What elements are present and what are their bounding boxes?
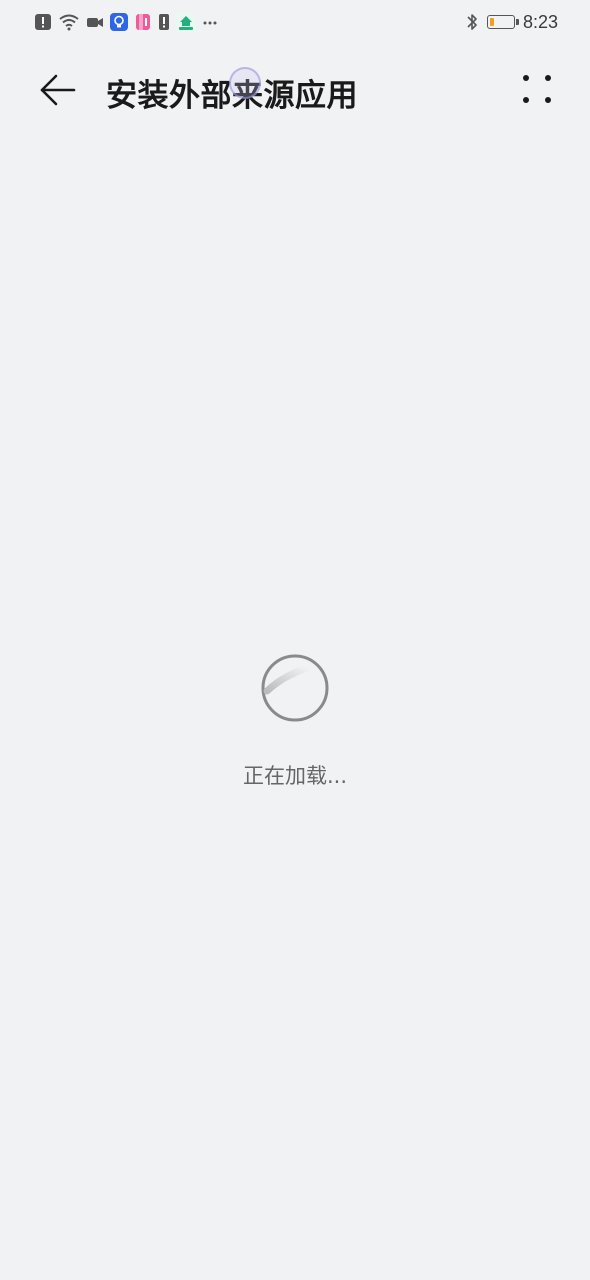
video-icon bbox=[86, 13, 104, 31]
home-app-icon bbox=[176, 13, 196, 31]
battery-icon bbox=[486, 15, 519, 29]
bulb-app-icon bbox=[110, 13, 128, 31]
alert-icon bbox=[34, 13, 52, 31]
touch-indicator bbox=[229, 67, 261, 99]
back-button[interactable] bbox=[30, 66, 86, 114]
bluetooth-icon bbox=[465, 12, 479, 32]
notification-icons bbox=[34, 12, 218, 32]
status-time: 8:23 bbox=[522, 11, 558, 32]
wifi-icon bbox=[58, 13, 80, 31]
loading-spinner bbox=[261, 654, 329, 722]
alert-icon bbox=[158, 13, 170, 31]
more-vertical-icon bbox=[516, 68, 560, 112]
more-notifications-icon bbox=[202, 13, 218, 31]
app-header: 安装外部来源应用 bbox=[0, 52, 590, 132]
system-icons: 8:23 bbox=[465, 10, 558, 34]
pink-app-icon bbox=[134, 13, 152, 31]
loading-text: 正在加载... bbox=[242, 764, 348, 788]
status-bar: 8:23 bbox=[0, 0, 590, 44]
battery-level-fill bbox=[489, 18, 495, 26]
back-arrow-icon bbox=[30, 66, 86, 114]
more-options-button[interactable] bbox=[516, 68, 560, 112]
